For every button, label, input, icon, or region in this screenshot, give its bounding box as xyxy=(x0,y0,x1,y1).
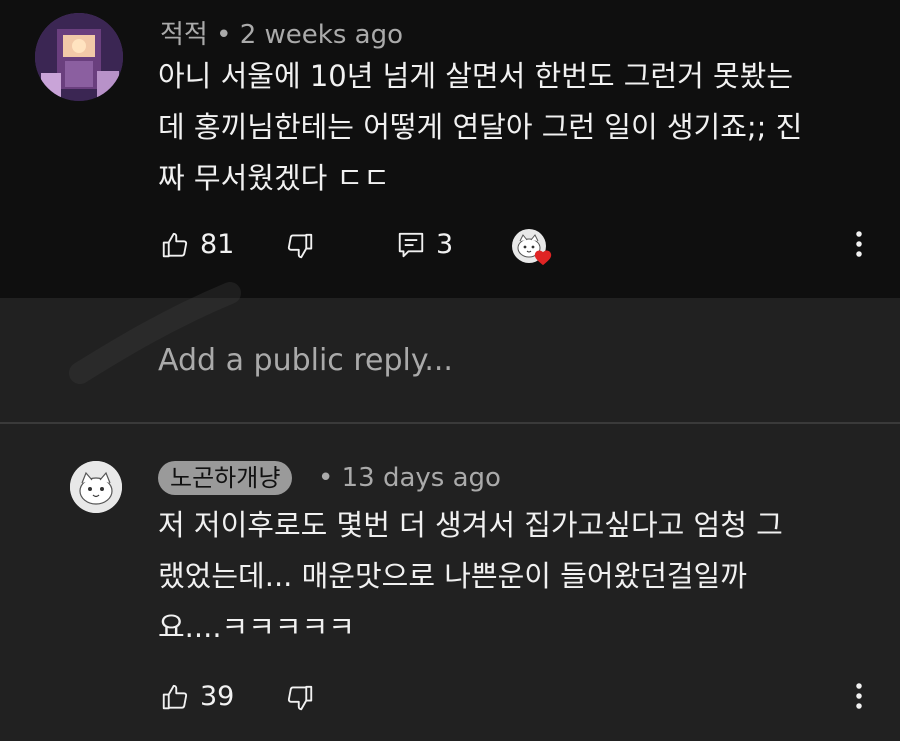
comment-timestamp[interactable]: 2 weeks ago xyxy=(240,20,403,50)
like-button[interactable]: 81 xyxy=(160,229,234,260)
meta-separator: • xyxy=(318,463,334,493)
comment-meta: 적적 • 2 weeks ago xyxy=(160,14,403,51)
thumbs-down-icon xyxy=(287,233,313,259)
reply-more-actions-button[interactable] xyxy=(852,681,866,711)
author-avatar[interactable] xyxy=(35,13,123,101)
more-vert-icon xyxy=(856,683,862,709)
reply-text: 저 저이후로도 몇번 더 생겨서 집가고싶다고 엄청 그 랬었는데... 매운맛… xyxy=(158,500,858,653)
reply-author-name[interactable]: 노곤하개냥 xyxy=(158,461,293,495)
reply-button[interactable]: 3 xyxy=(396,229,453,260)
avatar-image xyxy=(35,13,123,101)
meta-separator: • xyxy=(216,20,232,50)
comment-text-line: 데 홍끼님한테는 어떻게 연달아 그런 일이 생기죠;; 진 xyxy=(158,110,803,144)
reply-like-count: 39 xyxy=(200,681,235,712)
comment-text: 아니 서울에 10년 넘게 살면서 한번도 그런거 못봤는 데 홍끼님한테는 어… xyxy=(158,51,858,204)
reply-text-line: 요....ㅋㅋㅋㅋㅋ xyxy=(158,610,355,644)
reply-timestamp[interactable]: 13 days ago xyxy=(342,463,501,493)
reply-like-button[interactable]: 39 xyxy=(160,681,234,712)
more-vert-icon xyxy=(856,231,862,257)
reply-count: 3 xyxy=(436,229,454,260)
reply-text-line: 랬었는데... 매운맛으로 나쁜운이 들어왔던걸일까 xyxy=(158,559,747,593)
reply-icon xyxy=(398,232,424,257)
creator-heart xyxy=(511,228,552,266)
thumbs-up-icon xyxy=(162,684,188,709)
reply-text-line: 저 저이후로도 몇번 더 생겨서 집가고싶다고 엄청 그 xyxy=(158,508,783,542)
more-actions-button[interactable] xyxy=(852,229,866,259)
thumbs-up-icon xyxy=(162,232,188,257)
dislike-button[interactable] xyxy=(285,231,315,261)
comment-text-line: 짜 무서웠겠다 ㄷㄷ xyxy=(158,161,390,195)
thumbs-down-icon xyxy=(287,685,313,711)
reply-meta: • 13 days ago xyxy=(318,463,501,493)
dog-avatar-icon xyxy=(70,461,122,513)
heart-icon xyxy=(534,250,552,266)
reply-dislike-button[interactable] xyxy=(285,683,315,713)
comment-text-line: 아니 서울에 10년 넘게 살면서 한번도 그런거 못봤는 xyxy=(158,59,794,93)
author-name[interactable]: 적적 xyxy=(160,20,208,50)
reply-author-avatar[interactable] xyxy=(70,461,122,513)
reply-input[interactable]: Add a public reply... xyxy=(158,343,453,378)
like-count: 81 xyxy=(200,229,235,260)
